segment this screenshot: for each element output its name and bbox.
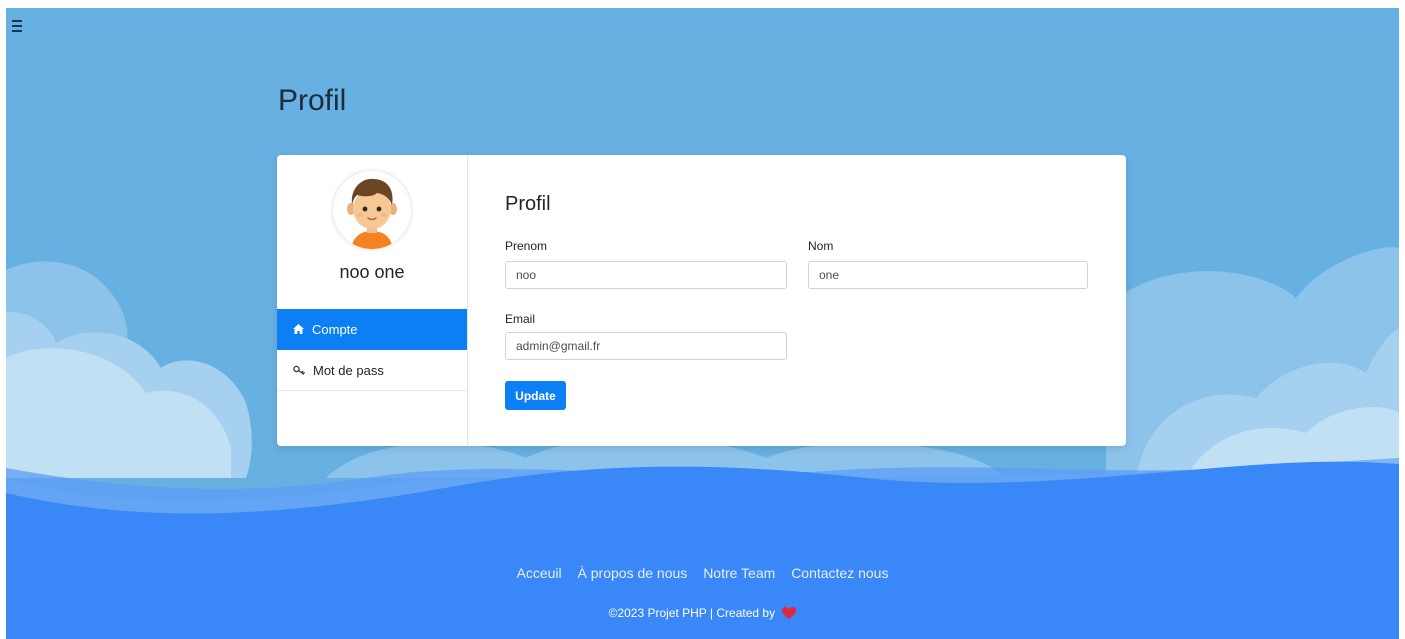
nom-input[interactable] xyxy=(808,261,1088,289)
form-title: Profil xyxy=(505,193,551,215)
nav-item-mot-de-pass[interactable]: Mot de pass xyxy=(277,350,467,391)
nav-item-label: Compte xyxy=(312,321,358,337)
profile-sidebar: noo one Compte Mot de pass xyxy=(277,155,468,446)
footer-link-a-propos[interactable]: À propos de nous xyxy=(578,565,688,581)
menu-toggle-button[interactable] xyxy=(11,17,25,35)
copyright-text: ©2023 Projet PHP | Created by xyxy=(608,606,776,620)
footer-link-contactez-nous[interactable]: Contactez nous xyxy=(791,565,888,581)
nav-item-compte[interactable]: Compte xyxy=(277,309,467,350)
nav-item-label: Mot de pass xyxy=(313,362,384,378)
footer-link-acceuil[interactable]: Acceuil xyxy=(517,565,562,581)
user-name: noo one xyxy=(339,262,405,282)
footer-nav: Acceuil À propos de nous Notre Team Cont… xyxy=(6,565,1399,581)
prenom-label: Prenom xyxy=(505,239,548,253)
email-label: Email xyxy=(505,312,536,326)
nom-label: Nom xyxy=(808,239,834,253)
page-frame: Profil noo one Compte Mot de pass Profil… xyxy=(6,8,1399,639)
home-icon xyxy=(293,324,304,334)
prenom-input[interactable] xyxy=(505,261,787,289)
email-input[interactable] xyxy=(505,332,787,360)
key-icon xyxy=(293,365,305,375)
hamburger-icon-bar xyxy=(12,20,22,22)
hamburger-icon-bar xyxy=(12,30,22,32)
profile-nav: Compte Mot de pass xyxy=(277,309,467,391)
update-button[interactable]: Update xyxy=(505,381,566,410)
profile-form: Profil Prenom Nom Email Update xyxy=(468,155,1126,446)
footer-copyright: ©2023 Projet PHP | Created by xyxy=(6,606,1399,620)
heart-icon xyxy=(782,607,797,619)
hamburger-icon-bar xyxy=(12,25,22,27)
page-title: Profil xyxy=(278,84,347,117)
profile-card: noo one Compte Mot de pass Profil Prenom… xyxy=(277,155,1126,446)
footer-link-notre-team[interactable]: Notre Team xyxy=(703,565,775,581)
avatar xyxy=(333,171,411,249)
boy-avatar-icon xyxy=(333,171,411,249)
